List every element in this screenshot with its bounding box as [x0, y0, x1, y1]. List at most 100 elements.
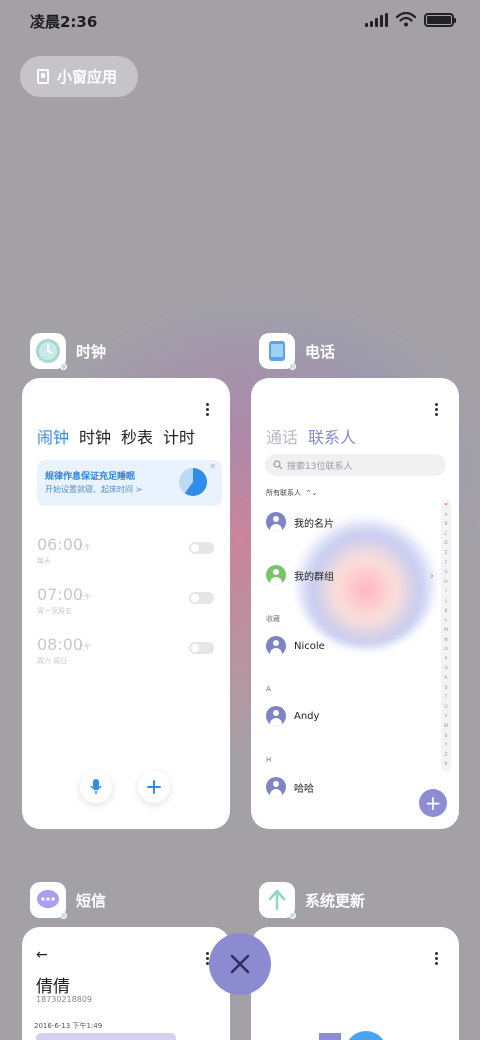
status-icons	[365, 12, 456, 27]
phone-app-card[interactable]: 通话 联系人 搜索13位联系人 所有联系人 ⌃⌄ 我的名片 我的群组 › 收藏 …	[251, 378, 459, 829]
sms-app-name: 短信	[76, 891, 107, 910]
sms-app-icon	[30, 882, 67, 919]
alarm-item[interactable]: 07:00 上午 周一至周五	[37, 585, 217, 621]
clock-tabs: 闹钟 时钟 秒表 计时	[37, 424, 195, 448]
phone-tabs: 通话 联系人	[266, 424, 356, 448]
alphabet-index-letter[interactable]: W	[444, 724, 448, 730]
alphabet-index-letter[interactable]: S	[445, 686, 448, 692]
add-contact-button[interactable]: +	[419, 789, 447, 817]
alarm-repeat: 每天	[37, 557, 51, 565]
alphabet-index-letter[interactable]: ❤	[444, 503, 448, 509]
more-icon[interactable]	[206, 403, 210, 416]
group-avatar	[266, 565, 286, 585]
section-header: 收藏	[266, 615, 280, 623]
alphabet-index-letter[interactable]: Z	[444, 753, 447, 759]
small-window-apps-button[interactable]: 小窗应用	[20, 56, 138, 97]
alphabet-index-letter[interactable]: D	[444, 542, 447, 547]
contact-name: Andy	[294, 710, 320, 722]
alarm-item[interactable]: 08:00 上午 周六 周日	[37, 635, 217, 671]
search-placeholder: 搜索13位联系人	[287, 461, 353, 472]
tab-contacts[interactable]: 联系人	[308, 424, 356, 448]
sms-app-header[interactable]: 短信	[30, 882, 107, 919]
tab-timer[interactable]: 计时	[163, 424, 195, 448]
small-window-icon	[37, 69, 49, 84]
add-alarm-button[interactable]	[138, 771, 170, 803]
alarm-toggle[interactable]	[189, 542, 214, 554]
contact-row[interactable]: 我的群组 ›	[266, 565, 434, 585]
alarm-toggle[interactable]	[189, 592, 214, 604]
update-app-card[interactable]	[251, 927, 459, 1040]
alphabet-index-letter[interactable]: U	[444, 705, 447, 711]
alphabet-index-letter[interactable]: Y	[445, 744, 448, 749]
section-header: H	[266, 756, 272, 764]
alphabet-index-letter[interactable]: #	[444, 763, 448, 768]
more-icon[interactable]	[435, 403, 439, 416]
contacts-filter[interactable]: 所有联系人 ⌃⌄	[266, 488, 317, 498]
tab-stopwatch[interactable]: 秒表	[121, 424, 153, 448]
alphabet-index-letter[interactable]: M	[444, 628, 448, 634]
contacts-search-input[interactable]: 搜索13位联系人	[265, 454, 446, 476]
promo-title: 规律作息保证充足睡眠	[45, 472, 136, 482]
alphabet-index-letter[interactable]: L	[445, 619, 448, 624]
sort-icon: ⌃⌄	[303, 489, 318, 497]
tab-calls[interactable]: 通话	[266, 424, 298, 448]
signal-icon	[365, 12, 388, 27]
tab-alarm[interactable]: 闹钟	[37, 424, 69, 448]
battery-icon	[424, 12, 456, 27]
update-app-name: 系统更新	[305, 891, 366, 910]
alphabet-index-letter[interactable]: G	[444, 571, 448, 576]
clock-app-name: 时钟	[76, 342, 107, 361]
alphabet-index-letter[interactable]: O	[444, 648, 448, 653]
more-icon[interactable]	[435, 952, 439, 965]
alarm-ampm: 上午	[77, 543, 91, 551]
contact-row[interactable]: 我的名片	[266, 512, 334, 532]
tab-clock[interactable]: 时钟	[79, 424, 111, 448]
phone-app-header[interactable]: 电话	[259, 333, 336, 370]
close-all-button[interactable]	[209, 933, 271, 995]
update-app-header[interactable]: 系统更新	[259, 882, 366, 919]
alphabet-index-letter[interactable]: R	[444, 676, 447, 682]
clock-app-card[interactable]: 闹钟 时钟 秒表 计时 规律作息保证充足睡眠 开始设置就寝、起床时间 > ✕ 0…	[22, 378, 230, 829]
contact-row[interactable]: Andy	[266, 706, 319, 726]
alphabet-index-letter[interactable]: V	[444, 715, 447, 720]
section-header: A	[266, 685, 271, 693]
alphabet-index-letter[interactable]: P	[445, 657, 448, 663]
alphabet-index-letter[interactable]: H	[444, 580, 447, 586]
alphabet-index-letter[interactable]: A	[444, 513, 447, 519]
phone-app-name: 电话	[305, 342, 336, 361]
promo-subtitle: 开始设置就寝、起床时间 >	[45, 485, 143, 494]
alphabet-index[interactable]: ❤ A B C D E F G H I J K L M N O P Q R S T U V W X Y Z #	[441, 500, 451, 772]
alphabet-index-letter[interactable]: F	[445, 561, 448, 567]
alarm-ampm: 上午	[77, 643, 91, 651]
alphabet-index-letter[interactable]: X	[444, 734, 447, 740]
voice-button[interactable]	[80, 771, 112, 803]
message-date: 2016-6-13 下午1:49	[34, 1022, 103, 1030]
plus-icon: +	[424, 791, 442, 815]
alphabet-index-letter[interactable]: I	[445, 590, 446, 595]
back-arrow-icon[interactable]: ←	[36, 947, 48, 963]
clock-app-header[interactable]: 时钟	[30, 333, 107, 370]
alarm-toggle[interactable]	[189, 642, 214, 654]
system-update-icon	[259, 882, 296, 919]
alphabet-index-letter[interactable]: E	[445, 552, 448, 557]
clock-app-icon	[30, 333, 67, 370]
alarm-item[interactable]: 06:00 上午 每天	[37, 535, 217, 571]
sms-app-card[interactable]: ← 倩倩 18730218809 2016-6-13 下午1:49	[22, 927, 230, 1040]
microphone-icon	[90, 779, 102, 794]
alphabet-index-letter[interactable]: B	[444, 523, 447, 528]
conversation-name: 倩倩	[36, 977, 70, 997]
alphabet-index-letter[interactable]: T	[445, 696, 448, 701]
alphabet-index-letter[interactable]: C	[444, 532, 447, 538]
close-icon[interactable]: ✕	[209, 462, 216, 471]
alphabet-index-letter[interactable]: J	[445, 600, 446, 605]
contact-row[interactable]: 哈哈	[266, 777, 314, 797]
avatar	[266, 512, 286, 532]
search-icon	[273, 460, 283, 470]
wifi-icon	[396, 12, 416, 27]
plus-icon	[147, 780, 161, 794]
alphabet-index-letter[interactable]: N	[444, 638, 447, 644]
alphabet-index-letter[interactable]: Q	[444, 667, 448, 672]
alphabet-index-letter[interactable]: K	[445, 609, 448, 615]
contact-row[interactable]: Nicole	[266, 636, 325, 656]
sleep-promo-banner[interactable]: 规律作息保证充足睡眠 开始设置就寝、起床时间 > ✕	[37, 460, 222, 506]
